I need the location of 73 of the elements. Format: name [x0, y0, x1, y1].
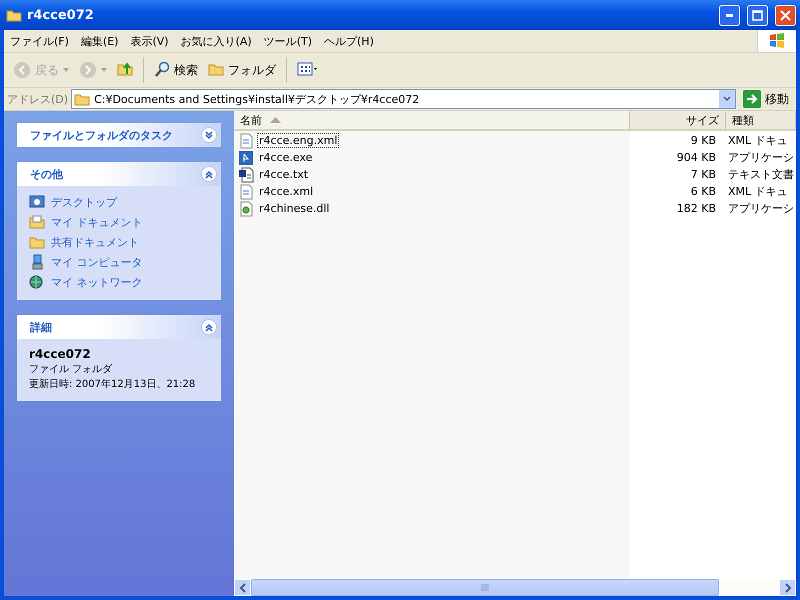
- panel-header[interactable]: その他: [17, 162, 221, 186]
- scroll-right-button[interactable]: [779, 579, 796, 596]
- panel-header[interactable]: 詳細: [17, 315, 221, 339]
- globe-icon: [29, 274, 45, 290]
- dropdown-arrow-icon: [63, 68, 69, 72]
- document-folder-icon: [29, 214, 45, 230]
- application-icon: [238, 150, 254, 166]
- minimize-icon: [726, 14, 733, 16]
- maximize-icon: [752, 10, 763, 20]
- file-name[interactable]: r4cce.txt: [257, 167, 310, 182]
- file-type: テキスト文書: [727, 167, 795, 182]
- file-size: 182 KB: [676, 202, 717, 215]
- minimize-button[interactable]: [719, 4, 740, 26]
- grip-icon: [480, 584, 490, 591]
- folder-type: ファイル フォルダ: [29, 363, 114, 376]
- task-link[interactable]: マイ ドキュメント: [51, 214, 142, 230]
- file-type: アプリケーシ: [727, 201, 795, 216]
- file-size: 9 KB: [690, 134, 717, 147]
- task-link[interactable]: マイ ネットワーク: [51, 274, 142, 290]
- collapse-icon[interactable]: [201, 319, 217, 335]
- menu-item[interactable]: 表示(V): [124, 34, 175, 48]
- close-button[interactable]: [775, 4, 796, 26]
- file-size: 904 KB: [676, 151, 717, 164]
- file-size: 6 KB: [690, 185, 717, 198]
- search-icon: [154, 61, 170, 79]
- task-link[interactable]: デスクトップ: [51, 194, 117, 210]
- file-name[interactable]: r4chinese.dll: [257, 201, 332, 216]
- expand-icon[interactable]: [201, 127, 217, 143]
- horizontal-scrollbar[interactable]: [234, 579, 796, 596]
- chevron-down-icon: [723, 96, 731, 102]
- task-link[interactable]: 共有ドキュメント: [51, 234, 139, 250]
- xml-file-icon: [238, 184, 254, 200]
- menu-item[interactable]: ファイル(F): [4, 34, 75, 48]
- file-name[interactable]: r4cce.xml: [257, 184, 316, 199]
- column-header[interactable]: 名前: [234, 111, 630, 131]
- flag-logo-icon: [768, 32, 786, 50]
- sort-arrow-icon: [270, 117, 281, 123]
- dropdown-button[interactable]: [719, 90, 735, 108]
- desktop-icon: [29, 194, 45, 210]
- close-icon: [780, 10, 791, 20]
- scrollbar-thumb[interactable]: [251, 579, 719, 596]
- collapse-icon[interactable]: [201, 166, 217, 182]
- file-name[interactable]: r4cce.eng.xml: [257, 133, 340, 148]
- file-name[interactable]: r4cce.exe: [257, 150, 314, 165]
- go-button[interactable]: 移動: [739, 90, 793, 108]
- search-button[interactable]: 検索: [151, 59, 201, 81]
- column-header[interactable]: 種類: [726, 111, 796, 131]
- column-header[interactable]: サイズ: [630, 111, 726, 131]
- task-link[interactable]: マイ コンピュータ: [51, 254, 142, 270]
- chevron-right-icon: [784, 582, 792, 592]
- menu-item[interactable]: ヘルプ(H): [318, 34, 380, 48]
- scroll-left-button[interactable]: [234, 579, 251, 596]
- address-label: アドレス(D): [7, 92, 68, 106]
- folder-name: r4cce072: [29, 347, 92, 361]
- file-type: XML ドキュ: [727, 133, 789, 148]
- arrow-right-icon: [743, 90, 761, 108]
- file-size: 7 KB: [690, 168, 717, 181]
- menu-item[interactable]: ツール(T): [258, 34, 318, 48]
- dll-file-icon: [238, 200, 254, 216]
- panel-header[interactable]: ファイルとフォルダのタスク: [17, 123, 221, 147]
- modified-date: 更新日時: 2007年12月13日、21:28: [29, 378, 196, 391]
- chevron-left-icon: [238, 582, 246, 592]
- dropdown-arrow-icon: [101, 68, 107, 72]
- file-type: アプリケーシ: [727, 150, 795, 165]
- menu-item[interactable]: お気に入り(A): [174, 34, 258, 48]
- menu-item[interactable]: 編集(E): [74, 34, 124, 48]
- address-field[interactable]: C:¥Documents and Settings¥install¥デスクトップ¥r4cce072: [71, 89, 736, 109]
- maximize-button[interactable]: [747, 4, 768, 26]
- window-title: r4cce072: [27, 8, 95, 22]
- xml-file-icon: [238, 132, 254, 148]
- folders-button[interactable]: フォルダ: [205, 59, 279, 81]
- text-file-icon: [238, 166, 254, 182]
- file-type: XML ドキュ: [727, 184, 789, 199]
